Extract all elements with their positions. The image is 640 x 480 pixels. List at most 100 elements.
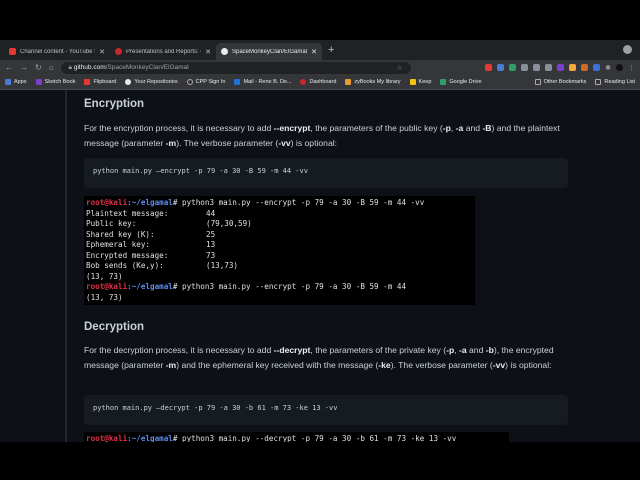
tab-presentations[interactable]: Presentations and Reports: CPP✕ [110,43,216,60]
menu-icon[interactable]: ⋮ [628,64,635,72]
bookmark-sketch-book[interactable]: Sketch Book [35,79,75,85]
bookmark-mail[interactable]: Mail - Rene B. De... [234,79,291,85]
back-icon[interactable]: ← [5,63,13,72]
parameter-flag: -vv [492,360,506,370]
parameter-flag: -m [165,138,177,148]
close-tab-icon[interactable]: ✕ [99,48,105,56]
parameter-flag: -a [458,345,467,355]
reload-icon[interactable]: ↻ [35,63,42,72]
extensions: ✱ ⋮ [485,63,635,72]
home-icon[interactable]: ⌂ [49,63,54,72]
mail-icon [234,79,241,85]
folder-icon [534,79,541,85]
output-value: 13 [206,240,216,249]
parameter-flag: --encrypt [273,123,311,133]
extension-icon[interactable] [569,63,577,71]
text: ). The verbose parameter ( [176,138,279,148]
text: , the parameters of the public key ( [310,123,443,133]
bookmark-icon [35,79,42,85]
extension-icon[interactable] [521,63,529,71]
profile-icon[interactable] [623,45,632,54]
parameter-flag: -p [446,345,455,355]
text: and [463,123,483,133]
output-label: Ephemeral key: [86,240,151,249]
star-icon[interactable]: ☆ [397,64,403,72]
dashboard-icon [300,79,307,85]
decrypt-terminal-screenshot: root@kali:~/elgamal# python3 main.py --d… [84,432,509,442]
close-tab-icon[interactable]: ✕ [311,48,317,56]
decryption-heading: Decryption [84,321,145,333]
tab-github-elgamal[interactable]: SpaceMonkeyClan/ElGamal: ElGamal✕ [216,43,322,60]
output-value: (13,73) [206,261,239,270]
text: ). The verbose parameter ( [390,360,493,370]
close-tab-icon[interactable]: ✕ [205,48,211,56]
extension-icon[interactable] [581,63,589,71]
bookmark-dashboard[interactable]: Dashboard [300,79,336,85]
parameter-flag: -p [442,123,451,133]
encryption-heading: Encryption [84,98,145,110]
output-label: Plaintext message: [86,208,169,218]
bookmark-other[interactable]: Other Bookmarks [534,79,586,85]
output-value: 25 [206,229,216,239]
extension-icon[interactable] [485,63,493,71]
output-label: Shared key (K): [86,229,155,239]
sidebar-border [65,90,67,442]
decrypt-code-block: python main.py —decrypt -p 79 -a 30 -b 6… [84,395,568,425]
output-value: 73 [206,250,216,260]
extension-icon[interactable] [497,63,505,71]
extension-icon[interactable] [557,63,565,71]
extension-icon[interactable] [593,63,601,71]
keep-icon [409,79,416,85]
bookmark-flipboard[interactable]: Flipboard [84,79,116,85]
parameter-flag: -m [165,360,177,370]
text: ) is optional: [505,360,552,370]
bookmark-repositories[interactable]: Your Repositories [125,79,178,85]
reading-list[interactable]: Reading List [595,79,635,85]
text: , the parameters of the private key ( [310,345,447,355]
readme-content: Encryption For the encryption process, i… [0,90,640,442]
parameter-flag: -B [482,123,492,133]
parameter-flag: -b [485,345,494,355]
zybooks-icon [345,79,352,85]
globe-icon [186,79,193,85]
encrypt-terminal-screenshot: root@kali:~/elgamal# python3 main.py --e… [84,196,475,305]
puzzle-icon[interactable]: ✱ [605,64,611,72]
bookmark-apps[interactable]: Apps [5,79,27,85]
bookmark-zybooks[interactable]: zyBooks My library [345,79,401,85]
address-bar[interactable]: 🔒︎ github.com/SpaceMonkeyClan/ElGamal ☆ [60,61,411,74]
output-label: Encrypted message: [86,250,169,260]
new-tab-button[interactable]: + [328,44,334,56]
parameter-flag: --decrypt [273,345,311,355]
tab-youtube-studio[interactable]: Channel content - YouTube Studio✕ [4,43,110,60]
bookmarks-bar: Apps Sketch Book Flipboard Your Reposito… [0,75,640,90]
github-icon [125,79,132,85]
site-icon [115,48,122,55]
output-label: Public key: [86,219,137,228]
github-icon [221,48,228,55]
reading-list-icon [595,79,602,85]
drive-icon [440,79,447,85]
text: ) is optional: [290,138,338,148]
text: For the encryption process, it is necess… [84,123,274,133]
lock-icon: 🔒︎ [68,63,73,71]
encrypt-code-block: python main.py —encrypt -p 79 -a 30 -B 5… [84,158,568,188]
youtube-icon [9,48,16,55]
output-label: Bob sends (Ke,y): [86,261,164,270]
extension-icon[interactable] [509,63,517,71]
decryption-paragraph: For the decryption process, it is necess… [84,343,570,373]
bookmark-cpp-sign-in[interactable]: CPP Sign In [186,79,225,85]
bookmark-keep[interactable]: Keep [409,79,431,85]
encryption-paragraph: For the encryption process, it is necess… [84,121,570,151]
text: ) and the ephemeral key received with th… [176,360,379,370]
parameter-flag: -ke [378,360,391,370]
bookmark-google-drive[interactable]: Google Drive [440,79,482,85]
parameter-flag: -vv [278,138,291,148]
extension-icon[interactable] [533,63,541,71]
output-value: 44 [206,208,216,218]
text: For the decryption process, it is necess… [84,345,274,355]
tab-strip: Channel content - YouTube Studio✕ Presen… [0,40,640,60]
text: and [466,345,486,355]
avatar[interactable] [616,63,623,71]
forward-icon[interactable]: → [20,63,28,72]
extension-icon[interactable] [545,63,553,71]
